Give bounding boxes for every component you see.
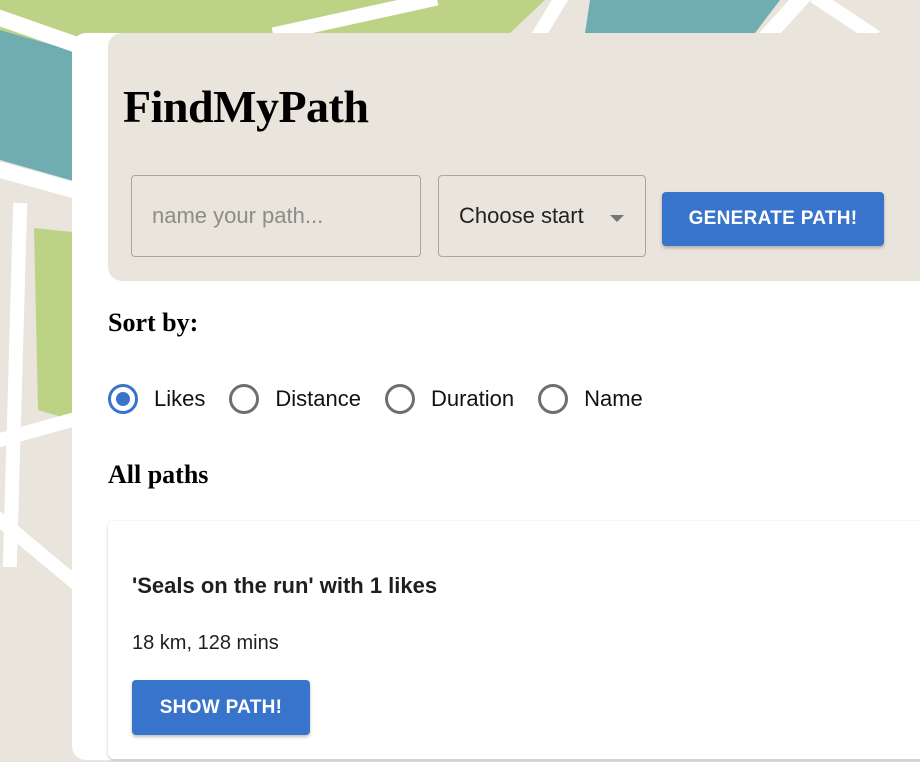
all-paths-heading: All paths: [108, 460, 208, 490]
sort-radio-group: Likes Distance Duration Name: [108, 384, 667, 414]
map-park-area-3: [34, 228, 72, 420]
chevron-down-icon: [610, 215, 624, 222]
sort-option-label: Distance: [275, 386, 361, 412]
map-water-area-2: [585, 0, 780, 33]
start-select[interactable]: Choose start: [438, 175, 646, 257]
path-name-input[interactable]: [131, 175, 421, 257]
start-select-label: Choose start: [459, 203, 584, 229]
path-card: 'Seals on the run' with 1 likes 18 km, 1…: [108, 521, 920, 759]
path-card-title: 'Seals on the run' with 1 likes: [132, 573, 437, 599]
radio-unchecked-icon[interactable]: [538, 384, 568, 414]
sort-option-distance[interactable]: Distance: [229, 384, 361, 414]
sort-by-label: Sort by:: [108, 308, 198, 338]
path-card-stats: 18 km, 128 mins: [132, 632, 279, 655]
generate-path-button[interactable]: GENERATE PATH!: [662, 192, 884, 246]
app-title: FindMyPath: [123, 80, 368, 133]
sort-option-name[interactable]: Name: [538, 384, 643, 414]
sort-option-label: Name: [584, 386, 643, 412]
sort-option-likes[interactable]: Likes: [108, 384, 205, 414]
radio-unchecked-icon[interactable]: [229, 384, 259, 414]
show-path-button[interactable]: SHOW PATH!: [132, 680, 310, 735]
sort-option-label: Duration: [431, 386, 514, 412]
sort-option-label: Likes: [154, 386, 205, 412]
radio-checked-icon[interactable]: [108, 384, 138, 414]
sort-option-duration[interactable]: Duration: [385, 384, 514, 414]
radio-unchecked-icon[interactable]: [385, 384, 415, 414]
